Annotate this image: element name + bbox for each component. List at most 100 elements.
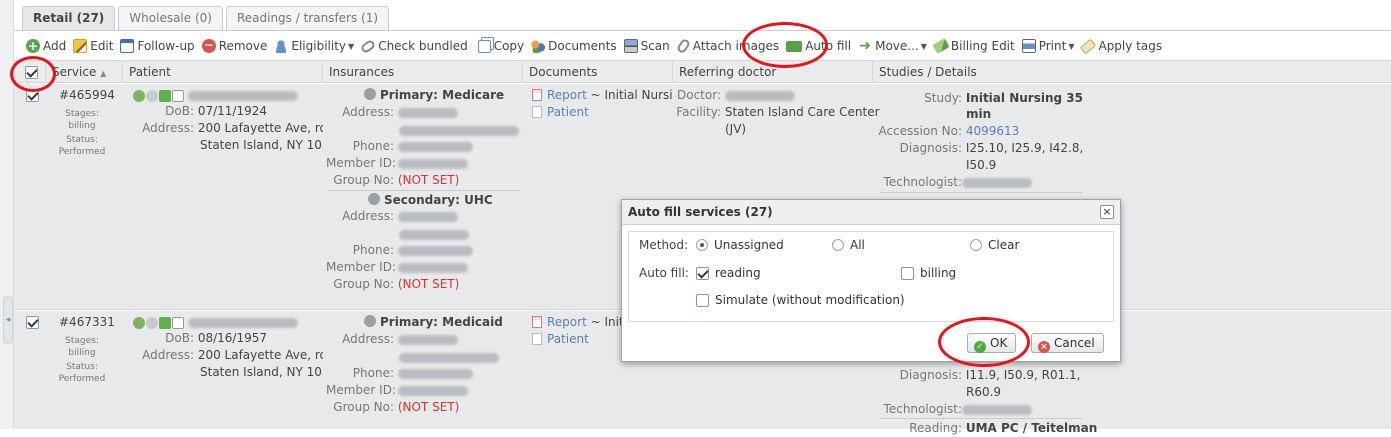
redacted-value: [397, 141, 473, 152]
status-value: Performed: [58, 374, 106, 384]
column-header-patient[interactable]: Patient: [123, 61, 323, 83]
grid-header: Service ▲ Patient Insurances Documents R…: [14, 60, 1391, 83]
phone-label: Phone:: [352, 366, 394, 380]
accession-link[interactable]: 4099613: [966, 124, 1019, 138]
patient-document-link[interactable]: Patient: [547, 105, 589, 119]
primary-insurance-label: Primary: Medicare: [380, 88, 505, 102]
method-unassigned-radio[interactable]: Unassigned: [696, 238, 784, 252]
address-label: Address:: [142, 348, 194, 362]
column-header-insurances[interactable]: Insurances: [323, 61, 523, 83]
tag-icon: [1080, 38, 1097, 54]
add-icon: +: [26, 39, 40, 53]
clock-icon: [146, 89, 158, 102]
document-patient[interactable]: Patient: [532, 331, 589, 348]
diagnosis: Diagnosis: I25.10, I25.9, I42.8,: [876, 140, 1084, 157]
check-bundled-button[interactable]: Check bundled: [359, 38, 468, 54]
redacted-value: [724, 90, 795, 101]
patient-dob: DoB: 08/16/1957: [129, 330, 267, 347]
row-checkbox[interactable]: [26, 89, 39, 102]
dialog-title: Auto fill services (27): [622, 200, 1120, 225]
patient-name-redacted: [187, 90, 298, 101]
redacted-value: [962, 404, 1032, 415]
edit-label: Edit: [90, 39, 114, 53]
method-unassigned-label: Unassigned: [714, 238, 784, 252]
patient-document-link[interactable]: Patient: [547, 332, 589, 346]
dob-value: 07/11/1924: [197, 104, 267, 118]
primary-group-no: Group No: (NOT SET): [326, 399, 459, 416]
patient-dob: DoB: 07/11/1924: [129, 103, 267, 120]
service-status-icons: [133, 89, 184, 102]
attach-images-button[interactable]: Attach images: [675, 37, 779, 55]
left-panel-splitter[interactable]: ◂: [0, 0, 14, 429]
row-checkbox[interactable]: [26, 316, 39, 329]
followup-label: Follow-up: [137, 39, 195, 53]
method-clear-label: Clear: [988, 238, 1020, 252]
toolbar: + Add Edit Follow-up − Remove Eligibility ▼…: [26, 36, 1162, 56]
check-bundled-label: Check bundled: [378, 39, 468, 53]
tab-retail[interactable]: Retail (27): [22, 6, 116, 30]
accession-label: Accession No:: [878, 124, 962, 138]
simulate-checkbox[interactable]: Simulate (without modification): [696, 293, 905, 307]
redacted-value: [399, 229, 469, 240]
column-header-studies[interactable]: Studies / Details: [873, 61, 1391, 83]
auto-fill-icon: [786, 40, 803, 52]
eligibility-button[interactable]: Eligibility ▼: [274, 39, 354, 53]
cancel-button[interactable]: × Cancel: [1031, 333, 1104, 353]
checkbox-checked-icon: [696, 267, 709, 280]
group-no-label: Group No:: [333, 173, 394, 187]
apply-tags-button[interactable]: Apply tags: [1080, 38, 1162, 54]
reading-checkbox[interactable]: reading: [696, 266, 761, 280]
member-id-label: Member ID:: [326, 383, 396, 397]
move-button[interactable]: ➜ Move... ▼: [858, 39, 927, 53]
select-all-cell: [14, 61, 46, 83]
redacted-value: [397, 211, 458, 222]
tab-wholesale[interactable]: Wholesale (0): [118, 6, 223, 30]
method-all-label: All: [850, 238, 865, 252]
document-report[interactable]: Report ~ Initial Nursing: [532, 87, 672, 104]
accession: Accession No: 4099613: [876, 123, 1019, 140]
checkbox-icon: [696, 294, 709, 307]
primary-group-no: Group No: (NOT SET): [326, 172, 459, 189]
method-all-radio[interactable]: All: [832, 238, 865, 252]
edit-button[interactable]: Edit: [73, 39, 113, 53]
patient-name-redacted: [187, 317, 298, 328]
dob-label: DoB:: [165, 104, 194, 118]
billing-edit-label: Billing Edit: [950, 39, 1015, 53]
study-value-line2: min: [966, 107, 992, 121]
collapse-handle-icon[interactable]: ◂: [3, 296, 13, 344]
service-tabs: Retail (27) Wholesale (0) Readings / tra…: [22, 6, 390, 30]
method-clear-radio[interactable]: Clear: [970, 238, 1019, 252]
address-label: Address:: [342, 332, 394, 346]
address-line1: 200 Lafayette Ave, room 4: [197, 348, 323, 362]
print-button[interactable]: Print ▼: [1021, 39, 1074, 53]
report-link[interactable]: Report: [547, 88, 587, 102]
remove-button[interactable]: − Remove: [201, 39, 267, 53]
documents-button[interactable]: Documents: [531, 39, 617, 53]
scan-button[interactable]: Scan: [623, 39, 670, 53]
document-patient[interactable]: Patient: [532, 104, 589, 121]
column-header-service[interactable]: Service ▲: [46, 61, 123, 83]
column-header-documents[interactable]: Documents: [523, 61, 673, 83]
secondary-insurance-label: Secondary: UHC: [384, 193, 493, 207]
phone-label: Phone:: [352, 243, 394, 257]
secondary-group-no: Group No: (NOT SET): [326, 276, 459, 293]
select-all-checkbox[interactable]: [25, 66, 38, 79]
ok-button[interactable]: ✓ OK: [967, 333, 1017, 353]
secondary-address: Address:: [326, 208, 458, 225]
scanner-icon: [623, 39, 638, 53]
copy-label: Copy: [493, 39, 525, 53]
billing-edit-button[interactable]: Billing Edit: [932, 38, 1015, 54]
column-header-referring-doctor[interactable]: Referring doctor: [673, 61, 873, 83]
add-button[interactable]: + Add: [26, 39, 66, 53]
group-no-label: Group No:: [333, 277, 394, 291]
billing-checkbox[interactable]: billing: [901, 266, 956, 280]
tab-readings-transfers[interactable]: Readings / transfers (1): [225, 6, 390, 30]
followup-button[interactable]: Follow-up: [120, 39, 195, 53]
gender-icon: [133, 89, 145, 102]
auto-fill-button[interactable]: Auto fill: [786, 39, 851, 53]
close-icon[interactable]: ×: [1100, 205, 1114, 219]
report-link[interactable]: Report: [547, 315, 587, 329]
member-id-label: Member ID:: [326, 260, 396, 274]
copy-button[interactable]: Copy: [475, 39, 524, 53]
secondary-phone: Phone:: [326, 242, 473, 259]
